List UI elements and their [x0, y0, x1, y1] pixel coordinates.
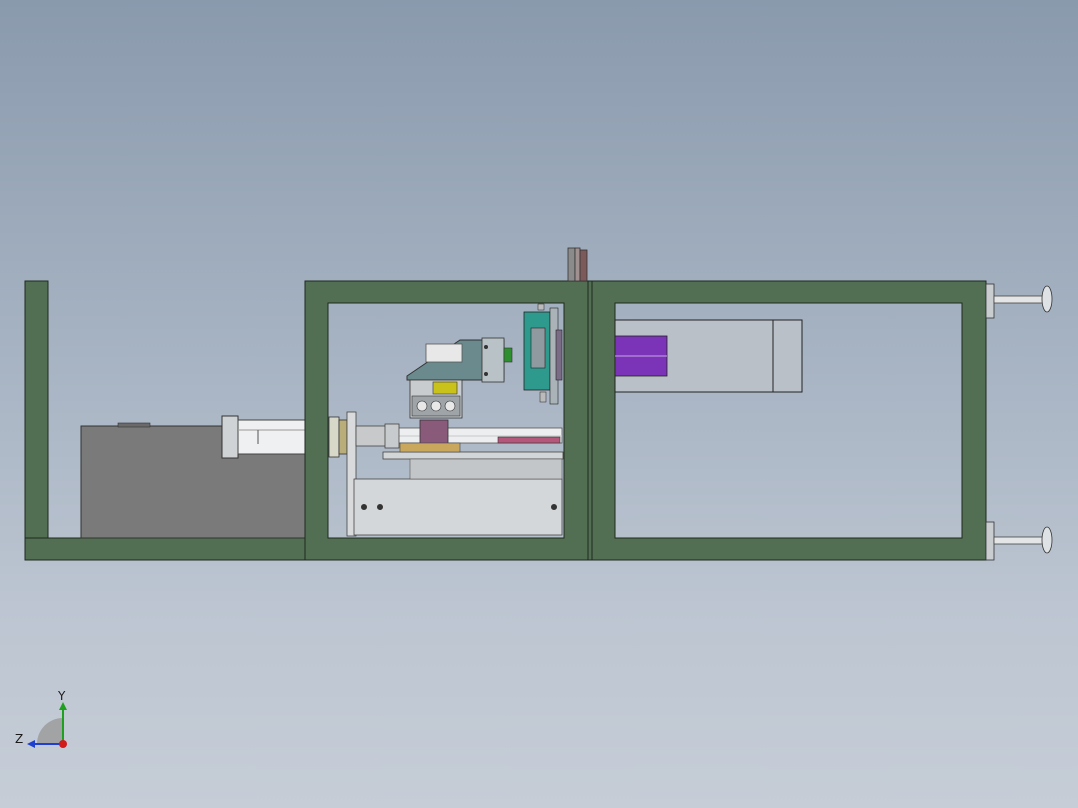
- pneumatic-cylinder: [221, 415, 309, 459]
- triad-y-label: Y: [57, 689, 66, 703]
- orientation-triad: Y Z: [15, 689, 67, 748]
- upper-bracket: [406, 337, 513, 419]
- top-post: [567, 247, 588, 282]
- leveling-foot-bottom: [985, 521, 1053, 561]
- right-housing: [614, 319, 803, 393]
- cad-assembly-view: Y Z: [15, 247, 1053, 748]
- leveling-foot-top: [985, 283, 1053, 319]
- triad-z-label: Z: [15, 732, 23, 746]
- teal-clamp: [523, 303, 563, 405]
- spindle-assembly: [328, 411, 564, 537]
